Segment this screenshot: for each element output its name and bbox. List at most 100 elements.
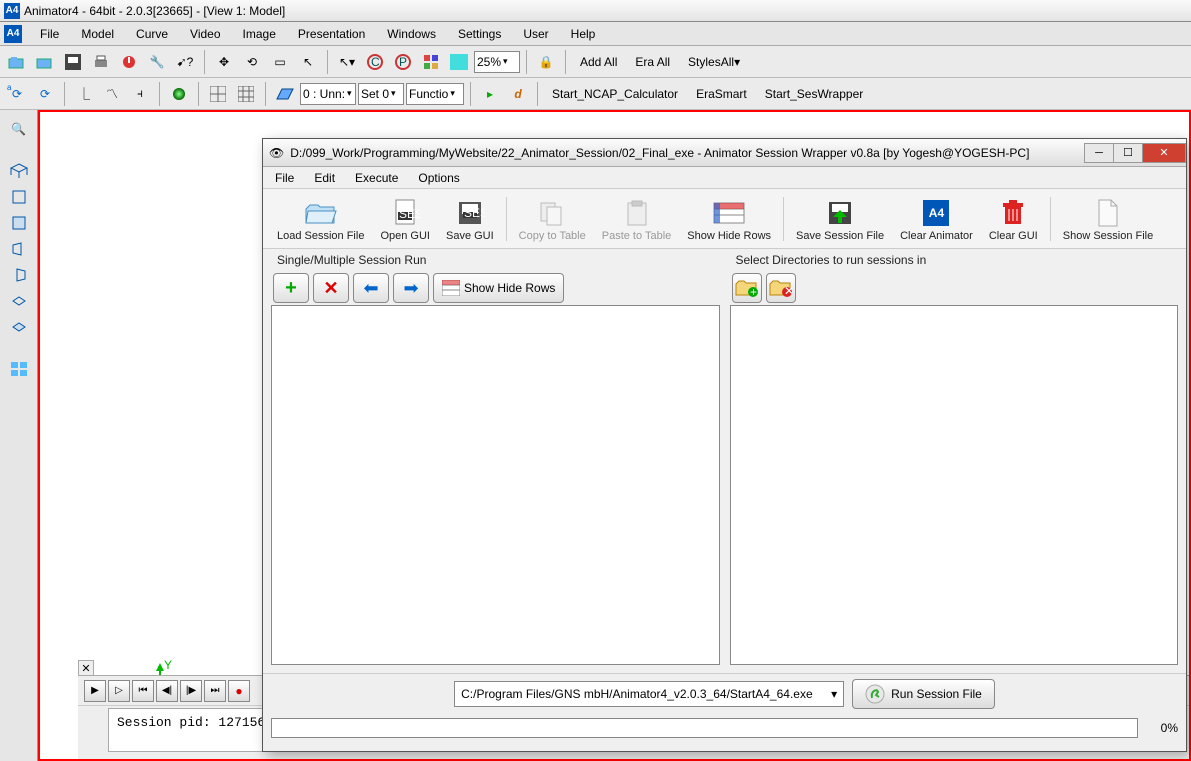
rotate-icon[interactable]: ⟲ — [239, 49, 265, 75]
next-frame-button[interactable]: |▶ — [180, 680, 202, 702]
grid-multi-icon[interactable] — [233, 81, 259, 107]
function-combo[interactable]: Functio▾ — [406, 83, 464, 105]
chart-curves-icon[interactable]: 〽 — [99, 81, 125, 107]
view-left-icon[interactable] — [6, 238, 32, 260]
copy-to-table-button[interactable]: Copy to Table — [511, 194, 594, 244]
a4-logo-icon: A4 — [918, 196, 954, 230]
globe-p-icon[interactable]: P — [390, 49, 416, 75]
exe-path-combo[interactable]: C:/Program Files/GNS mbH/Animator4_v2.0.… — [454, 681, 844, 707]
view-back-icon[interactable] — [6, 212, 32, 234]
view-front-icon[interactable] — [6, 186, 32, 208]
zoom-combo[interactable]: 25%▾ — [474, 51, 520, 73]
menu-settings[interactable]: Settings — [448, 24, 511, 44]
show-hide-rows-panel-button[interactable]: Show Hide Rows — [433, 273, 564, 303]
color-dropdown-icon[interactable] — [446, 49, 472, 75]
styles-all-button[interactable]: StylesAll▾ — [680, 52, 748, 72]
save-session-button[interactable]: Save Session File — [788, 194, 892, 244]
print-icon[interactable] — [88, 49, 114, 75]
refresh-icon[interactable]: ⟳ — [32, 81, 58, 107]
view-right-icon[interactable] — [6, 264, 32, 286]
menu-user[interactable]: User — [513, 24, 558, 44]
play-range-button[interactable]: ▷ — [108, 680, 130, 702]
add-all-button[interactable]: Add All — [572, 52, 625, 72]
layout-dropdown-icon[interactable] — [418, 49, 444, 75]
minimize-button[interactable]: ─ — [1084, 143, 1114, 163]
menu-curve[interactable]: Curve — [126, 24, 178, 44]
record-button[interactable]: ● — [228, 680, 250, 702]
last-frame-button[interactable]: ⏭ — [204, 680, 226, 702]
model-combo[interactable]: 0 : Unn:▾ — [300, 83, 356, 105]
save-icon[interactable] — [60, 49, 86, 75]
clear-animator-button[interactable]: A4 Clear Animator — [892, 194, 981, 244]
paste-table-icon — [619, 196, 655, 230]
close-button[interactable]: ✕ — [1142, 143, 1186, 163]
run-session-button[interactable]: Run Session File — [852, 679, 995, 709]
open-gui-button[interactable]: SES Open GUI — [372, 194, 438, 244]
dialog-menu-options[interactable]: Options — [410, 169, 467, 187]
remove-row-button[interactable]: ✕ — [313, 273, 349, 303]
play-button[interactable]: ▶ — [84, 680, 106, 702]
remove-directory-button[interactable]: ✕ — [766, 273, 796, 303]
refresh-a-icon[interactable]: ⟳a — [4, 81, 30, 107]
menu-image[interactable]: Image — [233, 24, 286, 44]
lock-icon[interactable]: 🔒 — [533, 49, 559, 75]
add-row-button[interactable]: + — [273, 273, 309, 303]
plane-icon[interactable] — [272, 81, 298, 107]
show-hide-rows-button[interactable]: Show Hide Rows — [679, 194, 779, 244]
first-frame-button[interactable]: ⏮ — [132, 680, 154, 702]
show-session-button[interactable]: Show Session File — [1055, 194, 1162, 244]
macro-erasmart-button[interactable]: EraSmart — [688, 84, 755, 104]
help-pointer-icon[interactable]: ➹? — [172, 49, 198, 75]
select-icon[interactable]: ▭ — [267, 49, 293, 75]
progress-bar — [271, 718, 1138, 738]
dialog-menu-execute[interactable]: Execute — [347, 169, 406, 187]
view-top-icon[interactable] — [6, 290, 32, 312]
d-italic-icon[interactable]: d — [505, 81, 531, 107]
pointer-icon[interactable]: ↖ — [295, 49, 321, 75]
set-combo[interactable]: Set 0▾ — [358, 83, 404, 105]
prev-frame-button[interactable]: ◀| — [156, 680, 178, 702]
dialog-menu-file[interactable]: File — [267, 169, 302, 187]
load-session-button[interactable]: Load Session File — [269, 194, 372, 244]
add-directory-button[interactable]: + — [732, 273, 762, 303]
era-all-button[interactable]: Era All — [627, 52, 678, 72]
globe-c-icon[interactable]: C — [362, 49, 388, 75]
chart-bar-icon[interactable]: ⫞ — [127, 81, 153, 107]
move-icon[interactable]: ✥ — [211, 49, 237, 75]
macro-seswrapper-button[interactable]: Start_SesWrapper — [757, 84, 872, 104]
clear-gui-button[interactable]: Clear GUI — [981, 194, 1046, 244]
menu-windows[interactable]: Windows — [377, 24, 446, 44]
open2-icon[interactable] — [32, 49, 58, 75]
dialog-menu-edit[interactable]: Edit — [306, 169, 343, 187]
zoom-fit-icon[interactable]: 🔍 — [6, 118, 32, 140]
grid-single-icon[interactable] — [205, 81, 231, 107]
paste-to-table-button[interactable]: Paste to Table — [594, 194, 680, 244]
view-grid-icon[interactable] — [6, 358, 32, 380]
directory-list[interactable] — [730, 305, 1179, 665]
maximize-button[interactable]: ☐ — [1113, 143, 1143, 163]
macro-ncap-button[interactable]: Start_NCAP_Calculator — [544, 84, 686, 104]
menu-presentation[interactable]: Presentation — [288, 24, 375, 44]
close-bottom-panel-button[interactable]: ✕ — [78, 660, 94, 676]
expand-icon[interactable]: ▸ — [477, 81, 503, 107]
svg-text:C: C — [371, 55, 380, 69]
menu-file[interactable]: File — [30, 24, 69, 44]
sphere-icon[interactable] — [166, 81, 192, 107]
document-ses-icon: SES — [387, 196, 423, 230]
next-button[interactable]: ➡ — [393, 273, 429, 303]
menu-help[interactable]: Help — [561, 24, 606, 44]
menu-model[interactable]: Model — [71, 24, 124, 44]
progress-percent: 0% — [1144, 721, 1178, 735]
save-gui-button[interactable]: SES Save GUI — [438, 194, 502, 244]
chart-axis-icon[interactable]: ⎿ — [71, 81, 97, 107]
power-icon[interactable] — [116, 49, 142, 75]
open-icon[interactable] — [4, 49, 30, 75]
menu-video[interactable]: Video — [180, 24, 230, 44]
session-list[interactable] — [271, 305, 720, 665]
prev-button[interactable]: ⬅ — [353, 273, 389, 303]
view-iso-icon[interactable] — [6, 160, 32, 182]
dialog-titlebar[interactable]: 👁 D:/099_Work/Programming/MyWebsite/22_A… — [263, 139, 1186, 167]
wrench-icon[interactable]: 🔧 — [144, 49, 170, 75]
view-bottom-icon[interactable] — [6, 316, 32, 338]
cursor-dropdown-icon[interactable]: ↖▾ — [334, 49, 360, 75]
